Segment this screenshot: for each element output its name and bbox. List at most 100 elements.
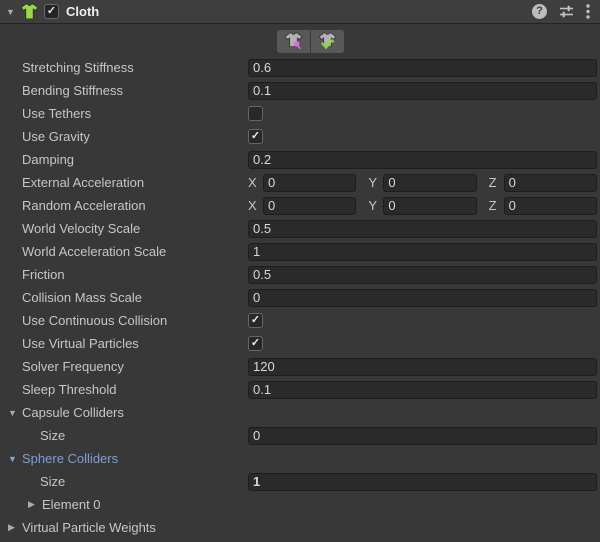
label-cell: ▶Element 0 bbox=[0, 497, 248, 512]
external-acceleration-z-field[interactable] bbox=[504, 174, 597, 192]
label-cell: Bending Stiffness bbox=[0, 83, 248, 98]
size-field[interactable] bbox=[248, 473, 597, 491]
row-label-random-acceleration: Random Acceleration bbox=[22, 198, 146, 213]
row-use-gravity: Use Gravity ✓ bbox=[0, 125, 600, 148]
row-label-use-gravity: Use Gravity bbox=[22, 129, 90, 144]
label-cell: Random Acceleration bbox=[0, 198, 248, 213]
size-field[interactable] bbox=[248, 427, 597, 445]
value-cell: ✓ bbox=[248, 336, 597, 351]
row-label-friction: Friction bbox=[22, 267, 65, 282]
stretching-stiffness-field[interactable] bbox=[248, 59, 597, 77]
presets-icon[interactable] bbox=[559, 4, 574, 19]
world-acceleration-scale-field[interactable] bbox=[248, 243, 597, 261]
use-tethers-checkbox[interactable] bbox=[248, 106, 263, 121]
row-size: Size bbox=[0, 424, 600, 447]
row-label-size: Size bbox=[40, 474, 65, 489]
random-acceleration-z-group: Z bbox=[489, 197, 597, 215]
row-collision-mass-scale: Collision Mass Scale bbox=[0, 286, 600, 309]
header-icons: ? bbox=[532, 4, 594, 19]
value-cell bbox=[248, 243, 597, 261]
component-foldout-icon[interactable]: ▼ bbox=[6, 7, 20, 17]
external-acceleration-z-group: Z bbox=[489, 174, 597, 192]
foldout-label-virtual-particle-weights[interactable]: Virtual Particle Weights bbox=[22, 520, 156, 535]
label-cell: Stretching Stiffness bbox=[0, 60, 248, 75]
use-gravity-checkbox[interactable]: ✓ bbox=[248, 129, 263, 144]
row-use-tethers: Use Tethers bbox=[0, 102, 600, 125]
value-cell bbox=[248, 151, 597, 169]
damping-field[interactable] bbox=[248, 151, 597, 169]
label-cell: Size bbox=[0, 474, 248, 489]
label-cell: ▼Capsule Colliders bbox=[0, 405, 248, 420]
solver-frequency-field[interactable] bbox=[248, 358, 597, 376]
label-cell: Solver Frequency bbox=[0, 359, 248, 374]
collision-mass-scale-field[interactable] bbox=[248, 289, 597, 307]
foldout-expanded-icon[interactable]: ▼ bbox=[8, 454, 22, 464]
edit-cloth-self-collision-button[interactable] bbox=[311, 30, 344, 53]
cloth-collision-icon bbox=[318, 32, 337, 50]
row-solver-frequency: Solver Frequency bbox=[0, 355, 600, 378]
external-acceleration-x-field[interactable] bbox=[263, 174, 356, 192]
label-cell: ▼Sphere Colliders bbox=[0, 451, 248, 466]
foldout-label-capsule-colliders[interactable]: Capsule Colliders bbox=[22, 405, 124, 420]
axis-label-y: Y bbox=[368, 198, 383, 213]
random-acceleration-y-field[interactable] bbox=[383, 197, 476, 215]
value-cell: ✓ bbox=[248, 129, 597, 144]
use-virtual-particles-checkbox[interactable]: ✓ bbox=[248, 336, 263, 351]
label-cell: Friction bbox=[0, 267, 248, 282]
axis-label-y: Y bbox=[368, 175, 383, 190]
value-cell: XYZ bbox=[248, 174, 597, 192]
value-cell bbox=[248, 106, 597, 121]
random-acceleration-z-field[interactable] bbox=[504, 197, 597, 215]
label-cell: External Acceleration bbox=[0, 175, 248, 190]
row-stretching-stiffness: Stretching Stiffness bbox=[0, 56, 600, 79]
friction-field[interactable] bbox=[248, 266, 597, 284]
value-cell bbox=[248, 59, 597, 77]
foldout-collapsed-icon[interactable]: ▶ bbox=[8, 522, 22, 533]
sleep-threshold-field[interactable] bbox=[248, 381, 597, 399]
world-velocity-scale-field[interactable] bbox=[248, 220, 597, 238]
inspector-rows: Stretching Stiffness Bending Stiffness Use… bbox=[0, 53, 600, 539]
axis-label-z: Z bbox=[489, 198, 504, 213]
external-acceleration-y-group: Y bbox=[368, 174, 476, 192]
help-icon[interactable]: ? bbox=[532, 4, 547, 19]
label-cell: Use Virtual Particles bbox=[0, 336, 248, 351]
row-damping: Damping bbox=[0, 148, 600, 171]
row-label-collision-mass-scale: Collision Mass Scale bbox=[22, 290, 142, 305]
use-continuous-collision-checkbox[interactable]: ✓ bbox=[248, 313, 263, 328]
cloth-inspector-panel: ▼ ✓ Cloth ? bbox=[0, 0, 600, 542]
random-acceleration-x-field[interactable] bbox=[263, 197, 356, 215]
row-use-continuous-collision: Use Continuous Collision ✓ bbox=[0, 309, 600, 332]
row-label-solver-frequency: Solver Frequency bbox=[22, 359, 124, 374]
foldout-label-sphere-colliders[interactable]: Sphere Colliders bbox=[22, 451, 118, 466]
component-enabled-checkbox[interactable]: ✓ bbox=[44, 4, 59, 19]
row-friction: Friction bbox=[0, 263, 600, 286]
foldout-label-element-0[interactable]: Element 0 bbox=[42, 497, 101, 512]
cloth-constraints-icon bbox=[284, 32, 303, 50]
label-cell: Collision Mass Scale bbox=[0, 290, 248, 305]
row-label-damping: Damping bbox=[22, 152, 74, 167]
row-use-virtual-particles: Use Virtual Particles ✓ bbox=[0, 332, 600, 355]
row-random-acceleration: Random Acceleration XY Z bbox=[0, 194, 600, 217]
row-element-0: ▶Element 0 bbox=[0, 493, 600, 516]
random-acceleration-x-group: X bbox=[248, 197, 356, 215]
label-cell: Use Tethers bbox=[0, 106, 248, 121]
row-label-use-continuous-collision: Use Continuous Collision bbox=[22, 313, 167, 328]
label-cell: Sleep Threshold bbox=[0, 382, 248, 397]
value-cell bbox=[248, 358, 597, 376]
kebab-menu-icon[interactable] bbox=[586, 4, 590, 19]
row-label-use-virtual-particles: Use Virtual Particles bbox=[22, 336, 139, 351]
component-header: ▼ ✓ Cloth ? bbox=[0, 0, 600, 24]
axis-label-z: Z bbox=[489, 175, 504, 190]
edit-cloth-constraints-button[interactable] bbox=[277, 30, 310, 53]
row-bending-stiffness: Bending Stiffness bbox=[0, 79, 600, 102]
row-world-velocity-scale: World Velocity Scale bbox=[0, 217, 600, 240]
foldout-expanded-icon[interactable]: ▼ bbox=[8, 408, 22, 418]
foldout-collapsed-icon[interactable]: ▶ bbox=[28, 499, 42, 510]
row-world-acceleration-scale: World Acceleration Scale bbox=[0, 240, 600, 263]
bending-stiffness-field[interactable] bbox=[248, 82, 597, 100]
row-label-external-acceleration: External Acceleration bbox=[22, 175, 144, 190]
external-acceleration-y-field[interactable] bbox=[383, 174, 476, 192]
cloth-edit-toolbar bbox=[0, 24, 600, 53]
row-virtual-particle-weights: ▶Virtual Particle Weights bbox=[0, 516, 600, 539]
row-external-acceleration: External AccelerationXYZ bbox=[0, 171, 600, 194]
